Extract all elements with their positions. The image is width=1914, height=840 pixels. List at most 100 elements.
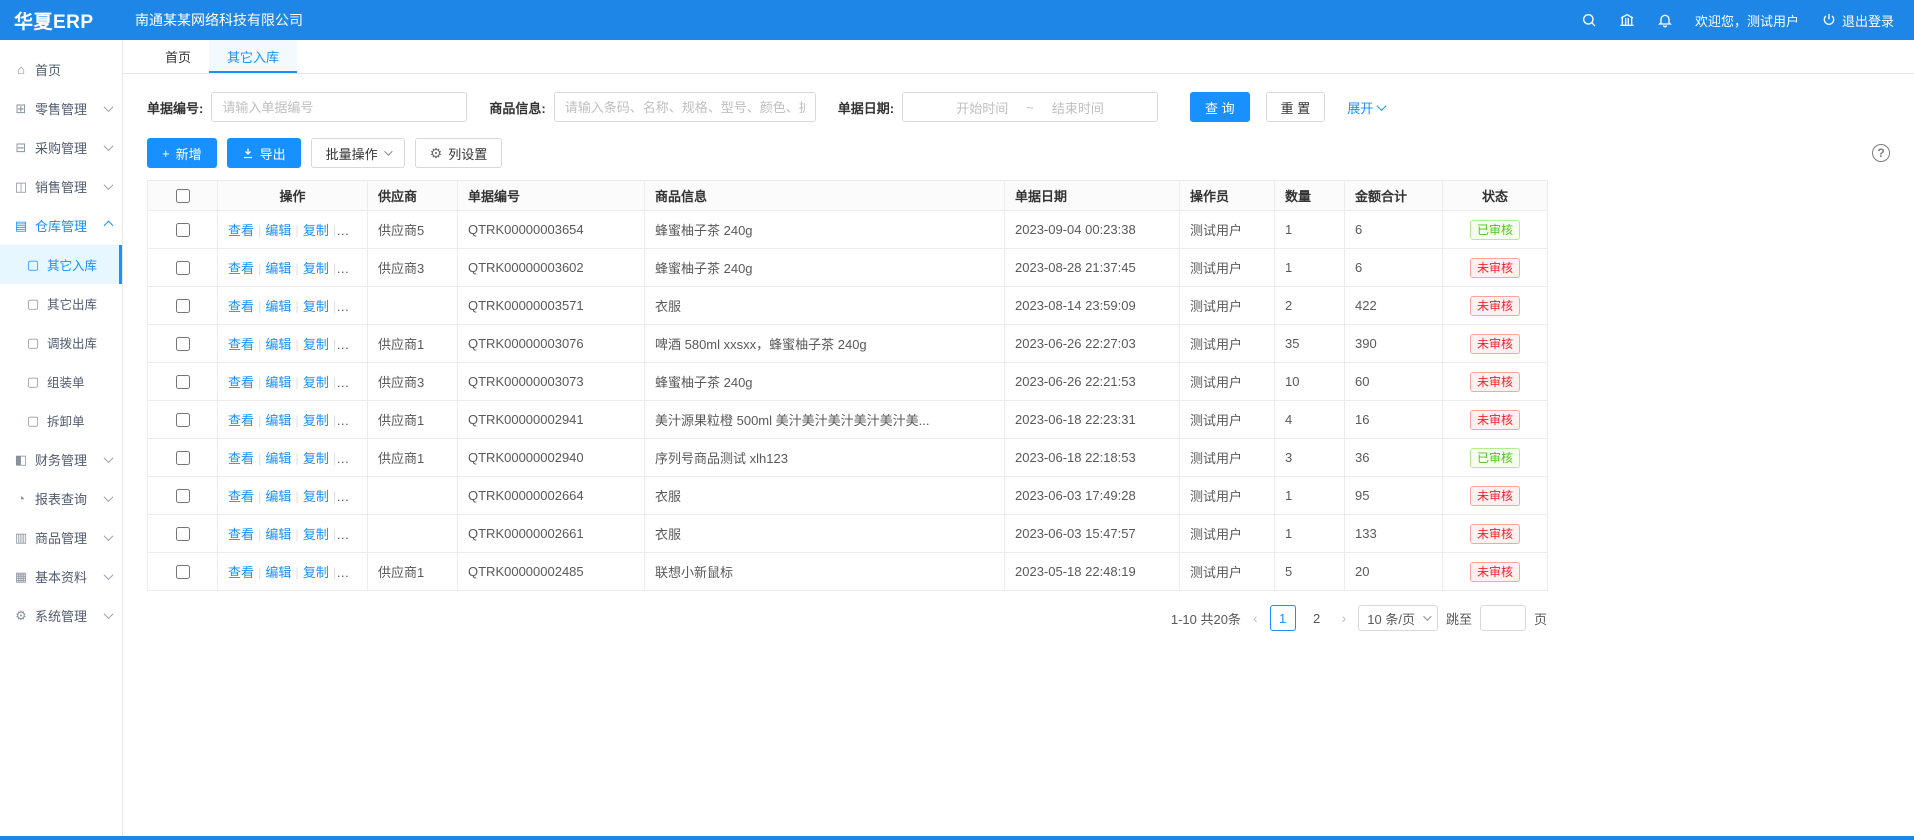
- view-link[interactable]: 查看: [228, 565, 254, 580]
- date-start-placeholder: 开始时间: [956, 98, 1008, 117]
- edit-link[interactable]: 编辑: [265, 375, 291, 390]
- row-checkbox[interactable]: [176, 413, 190, 427]
- sidebar-item[interactable]: ◫ 销售管理: [0, 167, 122, 206]
- copy-link[interactable]: 复制: [303, 299, 329, 314]
- view-link[interactable]: 查看: [228, 451, 254, 466]
- sidebar-item[interactable]: ▢ 组装单: [0, 362, 122, 401]
- view-link[interactable]: 查看: [228, 413, 254, 428]
- sidebar-item[interactable]: ⊞ 零售管理: [0, 89, 122, 128]
- copy-link[interactable]: 复制: [303, 261, 329, 276]
- edit-link[interactable]: 编辑: [265, 261, 291, 276]
- view-link[interactable]: 查看: [228, 489, 254, 504]
- welcome-text: 欢迎您，测试用户: [1695, 11, 1799, 30]
- chevron-icon: [104, 531, 114, 541]
- prev-page-icon[interactable]: ‹: [1249, 610, 1262, 626]
- chevron-icon: [104, 492, 114, 502]
- sidebar-item[interactable]: ▥ 商品管理: [0, 518, 122, 557]
- sidebar-item[interactable]: ▢ 其它入库: [0, 245, 122, 284]
- edit-link[interactable]: 编辑: [265, 489, 291, 504]
- copy-link[interactable]: 复制: [303, 527, 329, 542]
- edit-link[interactable]: 编辑: [265, 337, 291, 352]
- row-checkbox[interactable]: [176, 565, 190, 579]
- bell-icon[interactable]: [1657, 12, 1673, 28]
- row-checkbox[interactable]: [176, 337, 190, 351]
- sidebar-item[interactable]: ◧ 财务管理: [0, 440, 122, 479]
- cell-bill-no: QTRK00000003602: [458, 249, 645, 287]
- expand-link[interactable]: 展开: [1347, 98, 1385, 117]
- export-button[interactable]: 导出: [227, 138, 301, 168]
- cell-qty: 1: [1275, 211, 1345, 249]
- cell-qty: 10: [1275, 363, 1345, 401]
- date-range-input[interactable]: 开始时间 ~ 结束时间: [902, 92, 1158, 122]
- view-link[interactable]: 查看: [228, 337, 254, 352]
- edit-link[interactable]: 编辑: [265, 413, 291, 428]
- cell-operator: 测试用户: [1180, 249, 1275, 287]
- sidebar-item[interactable]: ▤ 仓库管理: [0, 206, 122, 245]
- sidebar-item[interactable]: ⊟ 采购管理: [0, 128, 122, 167]
- view-link[interactable]: 查看: [228, 527, 254, 542]
- tab[interactable]: 其它入库: [209, 40, 297, 73]
- sidebar-item[interactable]: ⌂ 首页: [0, 50, 122, 89]
- view-link[interactable]: 查看: [228, 375, 254, 390]
- row-checkbox[interactable]: [176, 223, 190, 237]
- edit-link[interactable]: 编辑: [265, 527, 291, 542]
- sidebar-item[interactable]: ▢ 其它出库: [0, 284, 122, 323]
- select-all-checkbox[interactable]: [176, 189, 190, 203]
- copy-link[interactable]: 复制: [303, 337, 329, 352]
- cell-operator: 测试用户: [1180, 211, 1275, 249]
- warehouse-icon: ▤: [14, 218, 28, 234]
- cell-amount: 6: [1345, 211, 1443, 249]
- column-settings-button[interactable]: ⚙ 列设置: [415, 138, 503, 168]
- add-button[interactable]: + 新增: [147, 138, 217, 168]
- organization-icon[interactable]: [1619, 12, 1635, 28]
- sidebar-item[interactable]: ◔ 报表查询: [0, 479, 122, 518]
- view-link[interactable]: 查看: [228, 299, 254, 314]
- view-link[interactable]: 查看: [228, 261, 254, 276]
- copy-link[interactable]: 复制: [303, 413, 329, 428]
- copy-link[interactable]: 复制: [303, 375, 329, 390]
- cell-amount: 36: [1345, 439, 1443, 477]
- sidebar-item[interactable]: ▢ 拆卸单: [0, 401, 122, 440]
- copy-link[interactable]: 复制: [303, 451, 329, 466]
- sidebar: ⌂ 首页 ⊞ 零售管理 ⊟ 采购管理 ◫ 销: [0, 40, 123, 836]
- row-checkbox[interactable]: [176, 375, 190, 389]
- table-row: 查看|编辑|复制|删除 供应商3 QTRK00000003073 蜂蜜柚子茶 2…: [148, 363, 1548, 401]
- logout-button[interactable]: 退出登录: [1821, 11, 1894, 30]
- row-checkbox[interactable]: [176, 527, 190, 541]
- tab[interactable]: 首页: [147, 40, 209, 73]
- page-number[interactable]: 2: [1304, 605, 1330, 631]
- bill-no-input[interactable]: [211, 92, 467, 122]
- goods-info-input[interactable]: [554, 92, 816, 122]
- batch-actions-button[interactable]: 批量操作: [311, 138, 405, 168]
- reset-button[interactable]: 重 置: [1266, 92, 1326, 122]
- col-status: 状态: [1443, 181, 1548, 211]
- page-number[interactable]: 1: [1270, 605, 1296, 631]
- next-page-icon[interactable]: ›: [1338, 610, 1351, 626]
- copy-link[interactable]: 复制: [303, 565, 329, 580]
- search-icon[interactable]: [1581, 12, 1597, 28]
- row-checkbox[interactable]: [176, 299, 190, 313]
- table-row: 查看|编辑|复制|删除 供应商1 QTRK00000003076 啤酒 580m…: [148, 325, 1548, 363]
- view-link[interactable]: 查看: [228, 223, 254, 238]
- copy-link[interactable]: 复制: [303, 489, 329, 504]
- edit-link[interactable]: 编辑: [265, 565, 291, 580]
- copy-link[interactable]: 复制: [303, 223, 329, 238]
- cell-goods: 序列号商品测试 xlh123: [645, 439, 1005, 477]
- search-button[interactable]: 查 询: [1190, 92, 1250, 122]
- sidebar-item[interactable]: ⚙ 系统管理: [0, 596, 122, 635]
- cell-date: 2023-09-04 00:23:38: [1005, 211, 1180, 249]
- help-icon[interactable]: ?: [1872, 144, 1890, 162]
- edit-link[interactable]: 编辑: [265, 299, 291, 314]
- row-checkbox[interactable]: [176, 451, 190, 465]
- sidebar-item[interactable]: ▢ 调拨出库: [0, 323, 122, 362]
- cell-supplier: [368, 287, 458, 325]
- sidebar-item[interactable]: ▦ 基本资料: [0, 557, 122, 596]
- row-checkbox[interactable]: [176, 261, 190, 275]
- date-separator: ~: [1026, 100, 1034, 115]
- row-checkbox[interactable]: [176, 489, 190, 503]
- edit-link[interactable]: 编辑: [265, 451, 291, 466]
- cell-goods: 蜂蜜柚子茶 240g: [645, 249, 1005, 287]
- page-size-select[interactable]: 10 条/页: [1358, 605, 1438, 631]
- jump-page-input[interactable]: [1480, 605, 1526, 631]
- edit-link[interactable]: 编辑: [265, 223, 291, 238]
